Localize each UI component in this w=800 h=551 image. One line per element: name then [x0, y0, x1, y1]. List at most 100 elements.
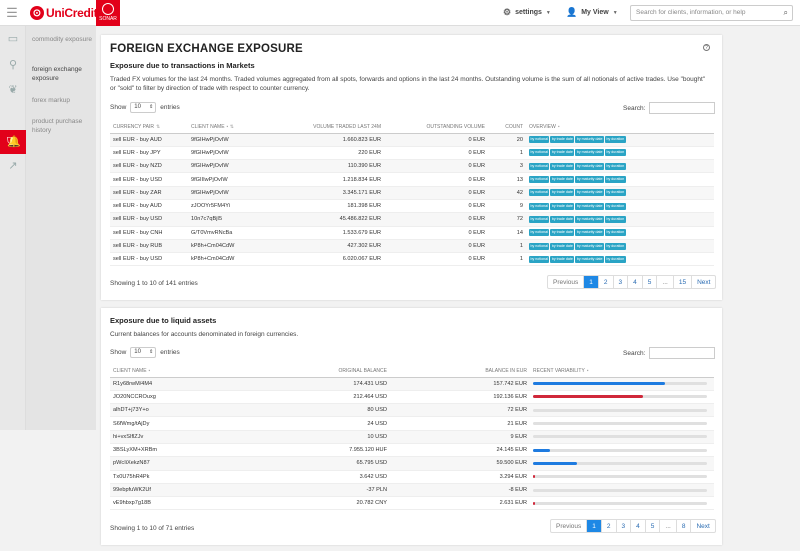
column-header[interactable]: OUTSTANDING VOLUME	[384, 121, 488, 134]
cell-variability	[530, 470, 714, 484]
overview-badge-button[interactable]: by duration	[604, 255, 626, 263]
chart-icon[interactable]: ↗	[7, 160, 19, 172]
overview-badge-button[interactable]: by duration	[604, 202, 626, 210]
cell-volume: 220 EUR	[266, 146, 384, 161]
overview-badge-button[interactable]: by duration	[604, 189, 626, 197]
cell-overview: by notional by trade date by maturity date…	[526, 212, 714, 227]
leaf-icon[interactable]: ❦	[7, 84, 19, 96]
myview-menu[interactable]: 👤 My View ▼	[566, 7, 618, 18]
overview-badge-button[interactable]: by maturity date	[575, 149, 604, 157]
cell-client: 9fGIHwPjOvIW	[188, 146, 266, 161]
overview-badge-button[interactable]: by trade date	[550, 242, 575, 250]
column-header[interactable]: VOLUME TRADED LAST 24M	[266, 121, 384, 134]
overview-badge-button[interactable]: by duration	[604, 215, 626, 223]
overview-badge-button[interactable]: by maturity date	[575, 229, 604, 237]
overview-badge-button[interactable]: by maturity date	[575, 215, 604, 223]
overview-badge-button[interactable]: by trade date	[550, 136, 575, 144]
hamburger-menu-icon[interactable]: ☰	[5, 6, 19, 20]
unicredit-logo[interactable]: ⊙ UniCredit	[30, 4, 98, 22]
sidebar-item-commodity-exposure[interactable]: commodity exposure	[32, 35, 92, 44]
overview-badge-button[interactable]: by trade date	[550, 189, 575, 197]
overview-badge-button[interactable]: by maturity date	[575, 176, 604, 184]
column-header[interactable]: CLIENT NAME ▪	[110, 365, 230, 378]
overview-badge-button[interactable]: by maturity date	[575, 162, 604, 170]
top-bar: ☰ ⊙ UniCredit SONAR ⚙ settings ▼ 👤 My Vi…	[0, 0, 800, 26]
overview-badge-button[interactable]: by notional	[529, 176, 550, 184]
overview-badge-button[interactable]: by duration	[604, 229, 626, 237]
help-icon[interactable]: ?	[703, 44, 710, 51]
overview-badge-button[interactable]: by maturity date	[575, 242, 604, 250]
overview-badge-button[interactable]: by maturity date	[575, 255, 604, 263]
column-header[interactable]: BALANCE IN EUR	[390, 365, 530, 378]
cell-variability	[530, 443, 714, 458]
settings-menu[interactable]: ⚙ settings ▼	[503, 7, 551, 18]
overview-badge-button[interactable]: by trade date	[550, 176, 575, 184]
overview-badge-button[interactable]: by duration	[604, 176, 626, 184]
overview-badge-button[interactable]: by maturity date	[575, 202, 604, 210]
pagination-page-button[interactable]: 2	[597, 276, 613, 288]
overview-badge-button[interactable]: by maturity date	[575, 189, 604, 197]
cell-outstanding: 0 EUR	[384, 172, 488, 187]
column-header[interactable]: OVERVIEW ▪	[526, 121, 714, 134]
overview-badge-button[interactable]: by duration	[604, 136, 626, 144]
pagination-ellipsis: ...	[659, 520, 675, 532]
pagination-previous-button[interactable]: Previous	[551, 520, 586, 532]
global-search-input[interactable]: Search for clients, information, or help…	[630, 5, 793, 21]
pagination-page-button[interactable]: 4	[627, 276, 642, 288]
pagination-page-button[interactable]: 15	[672, 276, 691, 288]
overview-badge-button[interactable]: by notional	[529, 229, 550, 237]
pagination-page-button[interactable]: 3	[612, 276, 628, 288]
sonar-logo[interactable]: SONAR	[96, 0, 120, 26]
column-header[interactable]: COUNT	[488, 121, 526, 134]
pagination-previous-button[interactable]: Previous	[548, 276, 583, 288]
overview-badge-button[interactable]: by trade date	[550, 202, 575, 210]
column-header[interactable]: CURRENCY PAIR ⇅	[110, 121, 188, 134]
overview-badge-button[interactable]: by notional	[529, 149, 550, 157]
page-length-select[interactable]: 10	[130, 102, 157, 113]
overview-badge-button[interactable]: by notional	[529, 136, 550, 144]
overview-badge-button[interactable]: by trade date	[550, 215, 575, 223]
monitor-icon[interactable]: ▭	[7, 33, 19, 45]
table-row: Tx0U75hR4Pk 3.642 USD 3.294 EUR	[110, 470, 714, 484]
sidebar-item-foreign-exchange-exposure[interactable]: foreign exchange exposure	[32, 65, 92, 83]
overview-badge-button[interactable]: by maturity date	[575, 136, 604, 144]
pagination-page-button[interactable]: 1	[586, 520, 601, 532]
pagination-page-button[interactable]: 1	[583, 276, 598, 288]
pagination-next-button[interactable]: Next	[690, 520, 714, 532]
overview-badge-button[interactable]: by trade date	[550, 255, 575, 263]
pagination-page-button[interactable]: 8	[675, 520, 691, 532]
overview-badge-button[interactable]: by trade date	[550, 162, 575, 170]
overview-badge-button[interactable]: by notional	[529, 215, 550, 223]
overview-badge-button[interactable]: by notional	[529, 242, 550, 250]
cell-eur: 3.294 EUR	[390, 470, 530, 484]
bell-icon[interactable]: 🔔	[7, 136, 21, 148]
overview-badge-button[interactable]: by notional	[529, 202, 550, 210]
overview-badge-button[interactable]: by duration	[604, 162, 626, 170]
column-header[interactable]: RECENT VARIABILITY ▪	[530, 365, 714, 378]
section-title-liquid: Exposure due to liquid assets	[110, 316, 217, 325]
sidebar-item-product-purchase-history[interactable]: product purchase history	[32, 117, 92, 135]
pagination-page-button[interactable]: 4	[630, 520, 645, 532]
pagination-page-button[interactable]: 5	[644, 520, 660, 532]
pagination-page-button[interactable]: 3	[615, 520, 631, 532]
cell-overview: by notional by trade date by maturity date…	[526, 186, 714, 200]
column-header[interactable]: CLIENT NAME ▪ ⇅	[188, 121, 266, 134]
pagination-next-button[interactable]: Next	[691, 276, 715, 288]
table-search-input[interactable]	[649, 347, 716, 359]
overview-badge-button[interactable]: by notional	[529, 189, 550, 197]
page-length-select[interactable]: 10	[130, 347, 157, 358]
column-header[interactable]: ORIGINAL BALANCE	[230, 365, 390, 378]
cell-count: 42	[488, 186, 526, 200]
overview-badge-button[interactable]: by notional	[529, 162, 550, 170]
sidebar-item-forex-markup[interactable]: forex markup	[32, 96, 92, 105]
overview-badge-button[interactable]: by notional	[529, 255, 550, 263]
table-search-input[interactable]	[649, 102, 716, 114]
running-person-icon[interactable]: ⚲	[7, 59, 19, 71]
overview-badge-button[interactable]: by trade date	[550, 229, 575, 237]
overview-badge-button[interactable]: by duration	[604, 242, 626, 250]
pagination-page-button[interactable]: 2	[600, 520, 616, 532]
pagination-page-button[interactable]: 5	[641, 276, 657, 288]
search-icon[interactable]: ⌕	[784, 8, 788, 18]
overview-badge-button[interactable]: by trade date	[550, 149, 575, 157]
overview-badge-button[interactable]: by duration	[604, 149, 626, 157]
